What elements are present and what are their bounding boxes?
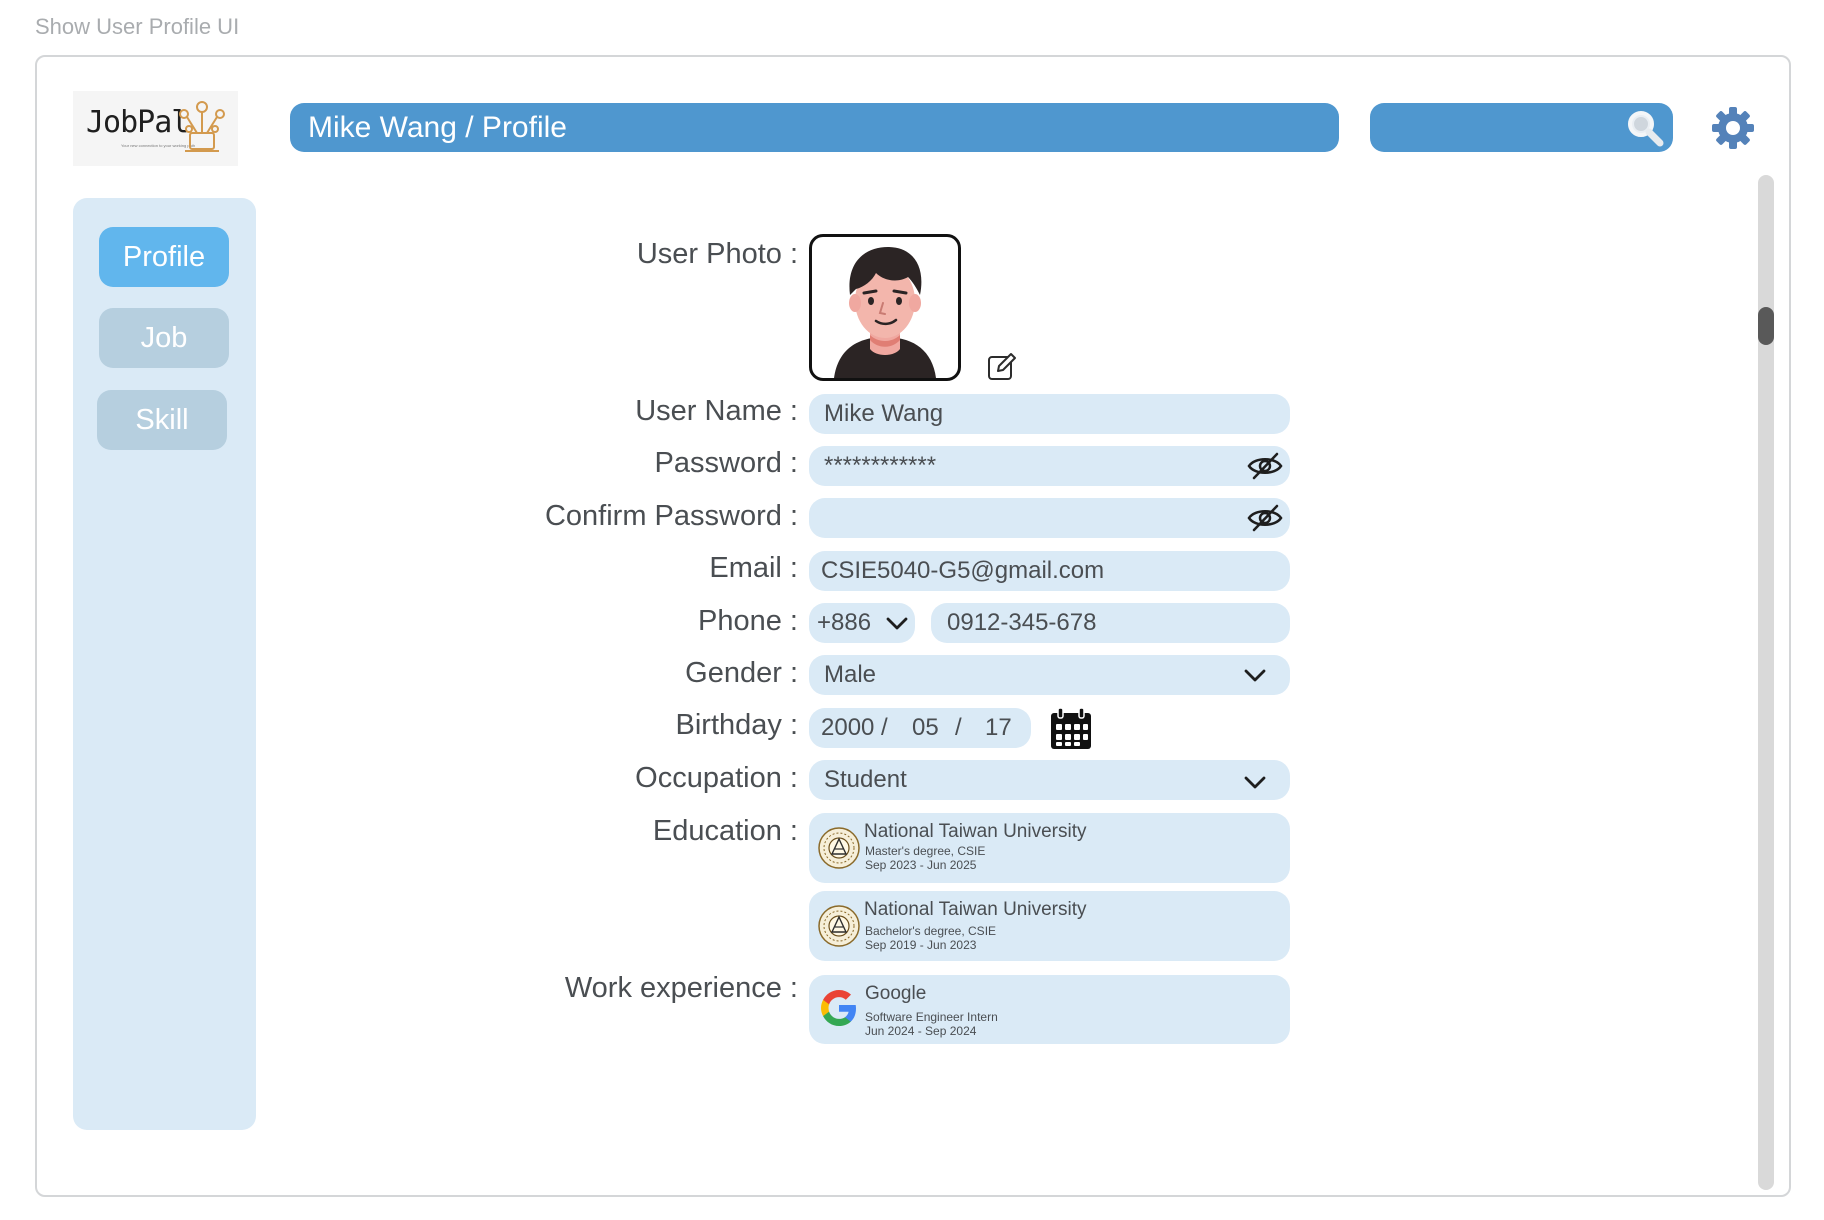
google-g-icon bbox=[821, 990, 856, 1026]
eye-off-icon[interactable] bbox=[1246, 450, 1284, 482]
ntu-seal-icon bbox=[818, 905, 860, 947]
edit-icon[interactable] bbox=[986, 350, 1018, 382]
label-gender: Gender : bbox=[685, 657, 798, 689]
label-occupation: Occupation : bbox=[635, 762, 798, 794]
user-avatar[interactable] bbox=[809, 234, 961, 381]
label-user-name: User Name : bbox=[635, 395, 798, 427]
label-confirm-password: Confirm Password : bbox=[544, 500, 798, 532]
chevron-down-icon bbox=[1244, 776, 1266, 789]
user-name-field[interactable]: Mike Wang bbox=[809, 394, 1290, 434]
birth-day[interactable]: 17 bbox=[985, 708, 1012, 748]
date-separator: / bbox=[955, 714, 962, 741]
sidebar-item-profile[interactable]: Profile bbox=[99, 227, 229, 287]
work-company: Google bbox=[865, 983, 927, 1004]
gender-select[interactable]: Male bbox=[809, 655, 1290, 695]
education-period: Sep 2023 - Jun 2025 bbox=[865, 858, 977, 872]
password-field[interactable]: ************ bbox=[809, 446, 1290, 486]
calendar-icon[interactable] bbox=[1049, 707, 1093, 751]
birthday-field[interactable]: 2000 / 05 / 17 bbox=[809, 708, 1031, 748]
education-period: Sep 2019 - Jun 2023 bbox=[865, 938, 977, 952]
label-work-experience: Work experience : bbox=[564, 972, 798, 1004]
sidebar: Profile Job Skill bbox=[73, 198, 256, 1130]
occupation-value: Student bbox=[824, 766, 907, 793]
sidebar-item-skill[interactable]: Skill bbox=[97, 390, 227, 450]
frame-title: Show User Profile UI bbox=[35, 14, 240, 39]
occupation-select[interactable]: Student bbox=[809, 760, 1290, 800]
work-period: Jun 2024 - Sep 2024 bbox=[865, 1024, 977, 1038]
phone-number-value: 0912-345-678 bbox=[947, 609, 1097, 636]
password-value: ************ bbox=[824, 452, 937, 479]
avatar-illustration bbox=[834, 247, 936, 378]
scrollbar-thumb[interactable] bbox=[1758, 307, 1774, 345]
label-user-photo: User Photo : bbox=[636, 238, 798, 270]
education-school: National Taiwan University bbox=[864, 899, 1087, 920]
user-name-value: Mike Wang bbox=[824, 400, 944, 427]
work-experience-card[interactable]: Google Software Engineer Intern Jun 2024… bbox=[809, 975, 1290, 1044]
work-role: Software Engineer Intern bbox=[865, 1010, 998, 1024]
education-card[interactable]: National Taiwan University Master's degr… bbox=[809, 813, 1290, 883]
label-phone: Phone : bbox=[698, 605, 798, 637]
search-input[interactable] bbox=[1370, 103, 1673, 152]
logo-text: JobPal bbox=[86, 105, 189, 140]
ntu-seal-icon bbox=[818, 827, 860, 869]
logo-mark-icon bbox=[179, 101, 225, 152]
education-school: National Taiwan University bbox=[864, 821, 1087, 842]
label-birthday: Birthday : bbox=[675, 709, 799, 741]
search-icon[interactable] bbox=[1625, 108, 1665, 148]
confirm-password-field[interactable] bbox=[809, 498, 1290, 538]
country-code-value: +886 bbox=[817, 609, 872, 636]
label-education: Education : bbox=[652, 815, 798, 847]
breadcrumb: Mike Wang / Profile bbox=[290, 103, 1339, 152]
eye-off-icon[interactable] bbox=[1246, 502, 1284, 534]
education-card[interactable]: National Taiwan University Bachelor's de… bbox=[809, 891, 1290, 961]
birth-month[interactable]: 05 bbox=[912, 708, 939, 748]
education-degree: Bachelor's degree, CSIE bbox=[865, 924, 997, 938]
date-separator: / bbox=[881, 714, 888, 741]
birth-year[interactable]: 2000 bbox=[821, 708, 874, 748]
education-degree: Master's degree, CSIE bbox=[865, 844, 986, 858]
gear-icon[interactable] bbox=[1711, 106, 1755, 150]
email-field[interactable]: CSIE5040-G5@gmail.com bbox=[809, 551, 1290, 591]
label-password: Password : bbox=[654, 447, 798, 479]
gender-value: Male bbox=[824, 661, 877, 688]
chevron-down-icon bbox=[886, 617, 908, 630]
country-code-select[interactable]: +886 bbox=[809, 603, 915, 643]
sidebar-item-job[interactable]: Job bbox=[99, 308, 229, 368]
phone-number-field[interactable]: 0912-345-678 bbox=[931, 603, 1290, 643]
chevron-down-icon bbox=[1244, 669, 1266, 682]
label-email: Email : bbox=[709, 552, 798, 584]
app-logo[interactable]: JobPal Your new connection to your worki… bbox=[73, 91, 238, 166]
email-value: CSIE5040-G5@gmail.com bbox=[821, 557, 1105, 584]
